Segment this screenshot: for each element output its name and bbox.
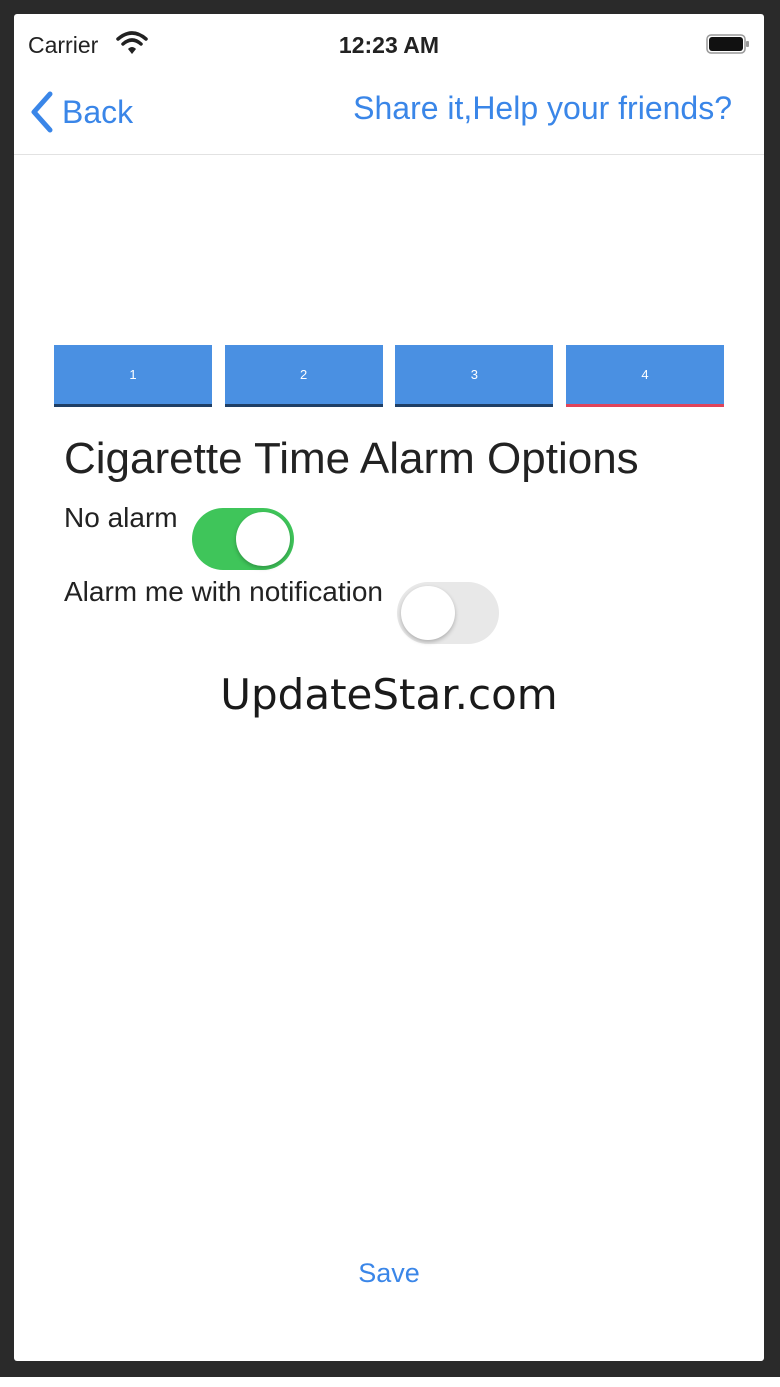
app-screen: Carrier 12:23 AM Back Share it,Help your… bbox=[14, 14, 764, 1361]
option-notification-alarm: Alarm me with notification bbox=[64, 572, 500, 644]
chevron-left-icon bbox=[31, 91, 53, 133]
step-tab-3[interactable]: 3 bbox=[395, 345, 554, 407]
option-label: Alarm me with notification bbox=[64, 576, 384, 607]
watermark: UpdateStar.com bbox=[220, 670, 558, 719]
navigation-bar: Back Share it,Help your friends? bbox=[14, 74, 764, 155]
page-title: Cigarette Time Alarm Options bbox=[64, 434, 639, 483]
battery-icon bbox=[706, 34, 749, 54]
no-alarm-toggle[interactable] bbox=[191, 508, 294, 570]
step-tab-2[interactable]: 2 bbox=[224, 345, 383, 407]
status-bar: Carrier 12:23 AM bbox=[14, 14, 764, 74]
save-button[interactable]: Save bbox=[14, 1258, 764, 1289]
back-button[interactable]: Back bbox=[28, 88, 133, 136]
device-frame: Carrier 12:23 AM Back Share it,Help your… bbox=[0, 0, 780, 1377]
step-tab-4[interactable]: 4 bbox=[565, 345, 724, 407]
toggle-knob bbox=[401, 586, 456, 640]
step-tabs: 1 2 3 4 bbox=[54, 345, 724, 407]
status-time: 12:23 AM bbox=[338, 32, 440, 58]
step-tab-1[interactable]: 1 bbox=[54, 345, 212, 407]
share-button[interactable]: Share it,Help your friends? bbox=[353, 90, 732, 127]
notification-alarm-toggle[interactable] bbox=[397, 582, 500, 644]
back-label: Back bbox=[62, 93, 134, 130]
option-no-alarm: No alarm bbox=[64, 498, 294, 570]
option-label: No alarm bbox=[64, 502, 178, 533]
toggle-knob bbox=[235, 512, 290, 566]
